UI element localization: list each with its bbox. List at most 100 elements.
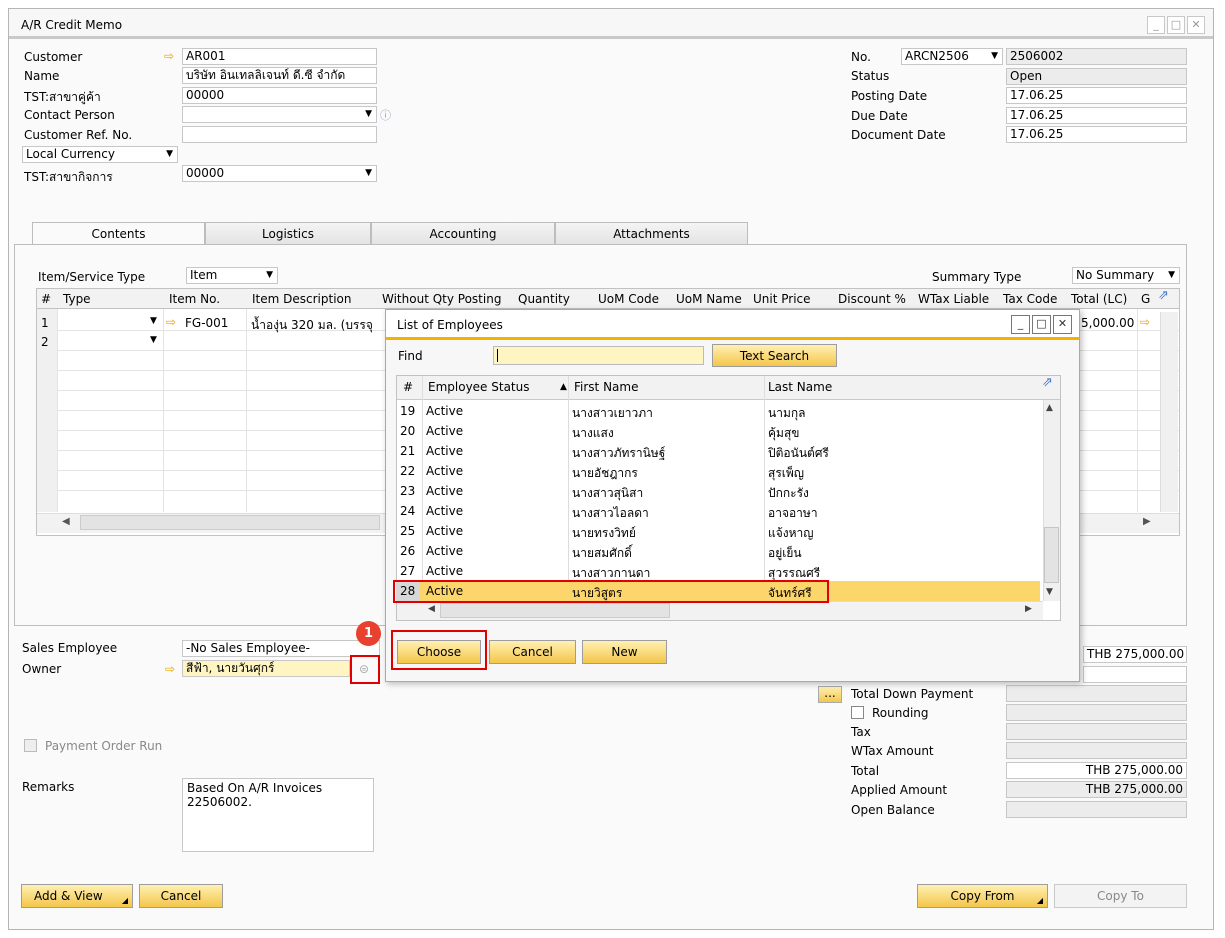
total-lc-cell[interactable]: 5,000.00 <box>1081 316 1134 330</box>
scroll-down-icon[interactable]: ▼ <box>1046 587 1053 597</box>
column-header[interactable]: Employee Status <box>428 380 529 394</box>
expand-icon[interactable]: ⇗ <box>1158 288 1169 303</box>
window-title: A/R Credit Memo <box>21 18 123 32</box>
employee-row[interactable]: 23 Active นางสาวสุนิสา ปักกะรัง <box>396 481 1040 501</box>
tab-accounting[interactable]: Accounting <box>371 222 555 246</box>
scroll-up-icon[interactable]: ▲ <box>1046 403 1053 413</box>
tab-logistics[interactable]: Logistics <box>205 222 371 246</box>
column-header[interactable]: Item Description <box>252 292 351 306</box>
link-arrow-icon[interactable]: ⇨ <box>1140 315 1150 329</box>
summary-type-value: No Summary <box>1076 268 1155 282</box>
customer-label: Customer <box>24 50 83 64</box>
item-type-value: Item <box>190 268 218 282</box>
document-number-field[interactable]: 2506002 <box>1006 48 1187 65</box>
more-button[interactable]: ... <box>818 686 842 703</box>
item-type-dropdown[interactable]: Item ▼ <box>186 267 278 284</box>
tst-branch-label: TST:สาขาคู่ค้า <box>24 90 101 104</box>
scroll-thumb[interactable] <box>80 515 380 530</box>
copy-from-button[interactable]: Copy From ◢ <box>917 884 1048 908</box>
currency-dropdown[interactable]: Local Currency ▼ <box>22 146 178 163</box>
column-header[interactable]: WTax Liable <box>918 292 989 306</box>
column-header[interactable]: Total (LC) <box>1071 292 1127 306</box>
document-date-field[interactable]: 17.06.25 <box>1006 126 1187 143</box>
column-header[interactable]: Tax Code <box>1003 292 1057 306</box>
column-header[interactable]: Item No. <box>169 292 220 306</box>
copy-from-label: Copy From <box>950 889 1015 903</box>
copy-to-button[interactable]: Copy To <box>1054 884 1187 908</box>
employee-row[interactable]: 21 Active นางสาวภัทรานิษฐ์ ปิติอนันต์ศรี <box>396 441 1040 461</box>
discount-field[interactable] <box>1083 666 1187 683</box>
link-arrow-icon[interactable]: ⇨ <box>165 662 175 676</box>
maximize-icon[interactable]: □ <box>1032 315 1051 334</box>
column-header[interactable]: # <box>403 380 413 394</box>
minimize-icon[interactable]: _ <box>1147 16 1165 34</box>
chevron-down-icon[interactable]: ▼ <box>150 335 157 345</box>
cancel-button[interactable]: Cancel <box>139 884 223 908</box>
tab-attachments[interactable]: Attachments <box>555 222 748 246</box>
scroll-right-icon[interactable]: ▶ <box>1025 604 1032 614</box>
summary-type-dropdown[interactable]: No Summary ▼ <box>1072 267 1180 284</box>
find-input[interactable] <box>493 346 704 365</box>
posting-date-field[interactable]: 17.06.25 <box>1006 87 1187 104</box>
applied-amount-field: THB 275,000.00 <box>1006 781 1187 798</box>
dialog-h-scroll-thumb[interactable] <box>440 603 670 618</box>
scroll-left-icon[interactable]: ◀ <box>62 516 70 527</box>
column-header[interactable]: Quantity <box>518 292 570 306</box>
dialog-cancel-button[interactable]: Cancel <box>489 640 576 664</box>
column-header[interactable]: First Name <box>574 380 638 394</box>
item-description-cell[interactable]: น้ำองุ่น 320 มล. (บรรจุ <box>251 316 373 335</box>
expand-icon[interactable]: ⇗ <box>1042 375 1053 390</box>
text-search-button[interactable]: Text Search <box>712 344 837 367</box>
column-header[interactable]: Type <box>63 292 91 306</box>
scroll-left-icon[interactable]: ◀ <box>428 604 435 614</box>
remarks-textarea[interactable]: Based On A/R Invoices 22506002. <box>182 778 374 852</box>
column-header[interactable]: UoM Code <box>598 292 659 306</box>
link-arrow-icon[interactable]: ⇨ <box>164 49 174 63</box>
employee-row[interactable]: 19 Active นางสาวเยาวภา นามกุล <box>396 401 1040 421</box>
vertical-scrollbar[interactable] <box>1160 312 1178 512</box>
close-icon[interactable]: ✕ <box>1053 315 1072 334</box>
employee-status: Active <box>426 504 464 518</box>
chevron-down-icon[interactable]: ▼ <box>150 316 157 326</box>
tst-biz-value: 00000 <box>186 166 225 180</box>
employee-row[interactable]: 24 Active นางสาวไอลดา อาจอาษา <box>396 501 1040 521</box>
link-arrow-icon[interactable]: ⇨ <box>166 315 176 329</box>
rounding-checkbox[interactable] <box>851 706 864 719</box>
employee-row[interactable]: 20 Active นางแสง คุ้มสุข <box>396 421 1040 441</box>
due-date-field[interactable]: 17.06.25 <box>1006 107 1187 124</box>
owner-field[interactable]: สีฟ้า, นายวันศุกร์ <box>182 660 350 677</box>
dialog-scroll-thumb[interactable] <box>1044 527 1059 583</box>
series-dropdown[interactable]: ARCN2506 ▼ <box>901 48 1003 65</box>
column-header[interactable]: Without Qty Posting <box>382 292 501 306</box>
column-header[interactable]: Unit Price <box>753 292 811 306</box>
contact-person-dropdown[interactable]: ▼ <box>182 106 377 123</box>
minimize-icon[interactable]: _ <box>1011 315 1030 334</box>
new-button[interactable]: New <box>582 640 667 664</box>
status-field: Open <box>1006 68 1187 85</box>
tst-branch-field[interactable]: 00000 <box>182 87 377 104</box>
column-header[interactable]: G <box>1141 292 1150 306</box>
dialog-title-bar: List of Employees _ □ ✕ <box>386 310 1079 340</box>
close-icon[interactable]: ✕ <box>1187 16 1205 34</box>
payment-order-checkbox[interactable] <box>24 739 37 752</box>
add-view-button[interactable]: Add & View ◢ <box>21 884 133 908</box>
scroll-right-icon[interactable]: ▶ <box>1143 516 1151 527</box>
item-no-cell[interactable]: FG-001 <box>185 316 228 330</box>
employee-row[interactable]: 26 Active นายสมศักดิ์ อยู่เย็น <box>396 541 1040 561</box>
column-header[interactable]: # <box>41 292 51 306</box>
maximize-icon[interactable]: □ <box>1167 16 1185 34</box>
employee-status: Active <box>426 524 464 538</box>
employee-row[interactable]: 25 Active นายทรงวิทย์ แจ้งหาญ <box>396 521 1040 541</box>
employee-row[interactable]: 22 Active นายอัชฎากร สุรเพ็ญ <box>396 461 1040 481</box>
employee-row[interactable]: 27 Active นางสาวกานดา สุวรรณศรี <box>396 561 1040 581</box>
customer-field[interactable]: AR001 <box>182 48 377 65</box>
name-field[interactable]: บริษัท อินเทลลิเจนท์ ดี.ซี จำกัด <box>182 67 377 84</box>
info-icon[interactable]: ⓘ <box>380 107 391 123</box>
column-header[interactable]: UoM Name <box>676 292 742 306</box>
tst-biz-dropdown[interactable]: 00000 ▼ <box>182 165 377 182</box>
open-balance-field <box>1006 801 1187 818</box>
column-header[interactable]: Discount % <box>838 292 906 306</box>
status-label: Status <box>851 69 890 83</box>
customer-ref-field[interactable] <box>182 126 377 143</box>
column-header[interactable]: Last Name <box>768 380 832 394</box>
